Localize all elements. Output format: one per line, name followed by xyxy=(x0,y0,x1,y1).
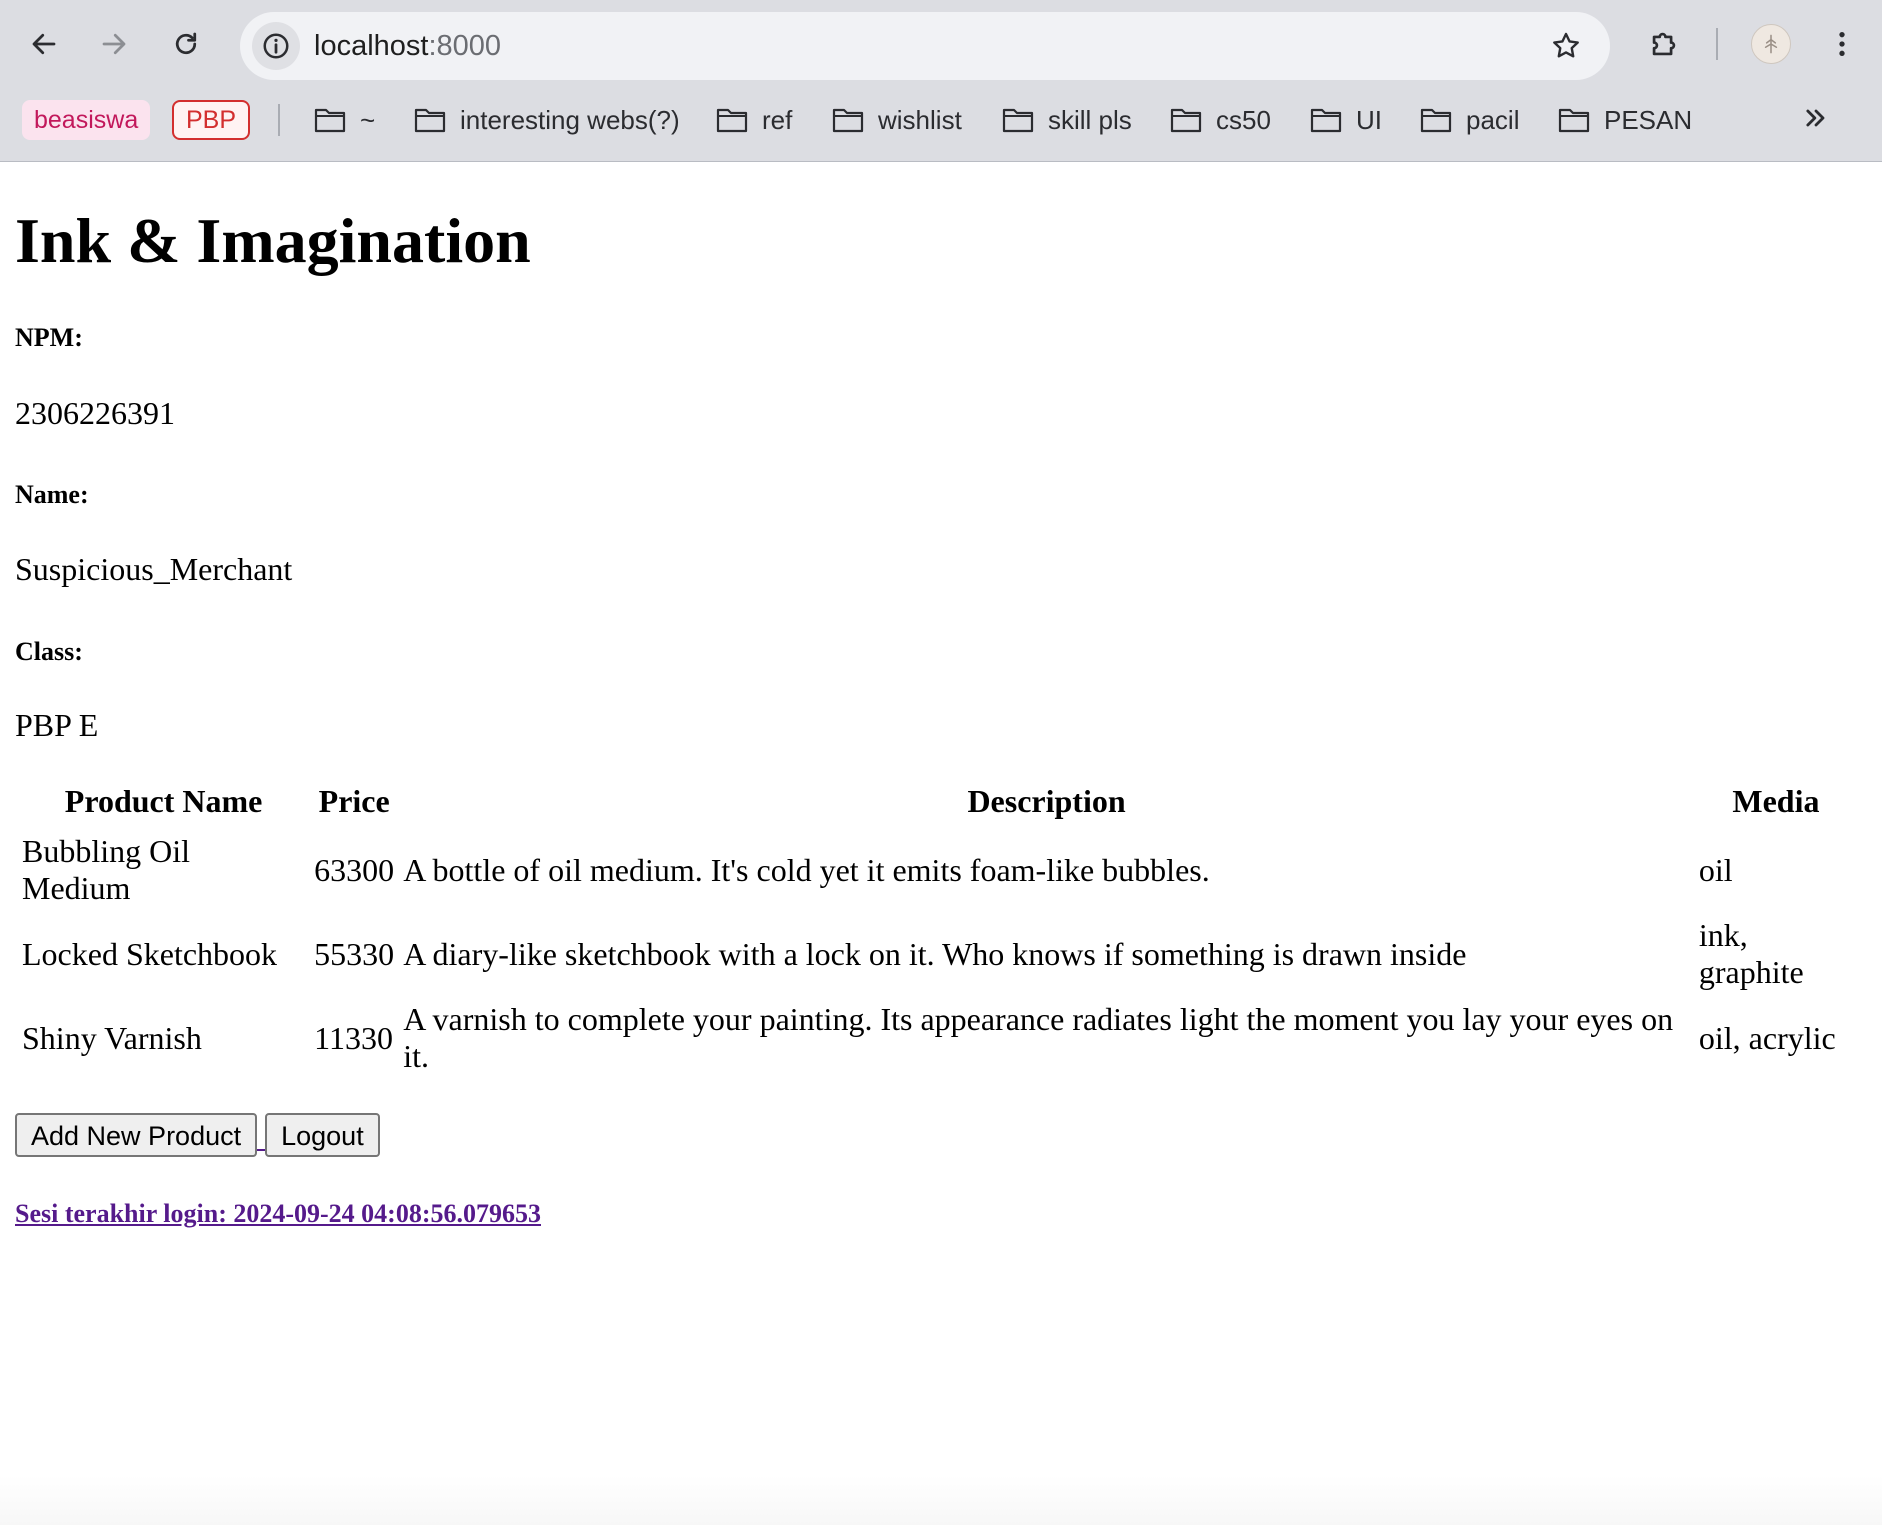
double-chevron-right-icon xyxy=(1806,109,1825,127)
bookmark-folder-pesan[interactable]: PESAN xyxy=(1558,100,1692,140)
folder-icon xyxy=(414,108,446,133)
bookmark-folder-label: ref xyxy=(762,104,793,135)
cell-product-name: Locked Sketchbook xyxy=(22,935,278,972)
url-host: localhost xyxy=(314,30,429,62)
folder-icon xyxy=(1310,108,1342,133)
bookmark-beasiswa[interactable]: beasiswa xyxy=(22,100,151,140)
bookmark-folder-label: UI xyxy=(1356,104,1382,135)
cell-description: A bottle of oil medium. It's cold yet it… xyxy=(403,851,1210,888)
extensions-button[interactable] xyxy=(1640,20,1688,68)
url-port: :8000 xyxy=(428,30,502,62)
bookmarks-bar: beasiswa PBP ~ interesting webs(?) ref w… xyxy=(0,96,1882,144)
class-label: Class: xyxy=(15,637,83,666)
table-row: Bubbling Oil Medium 63300 A bottle of oi… xyxy=(20,829,1855,911)
url-text[interactable]: localhost:8000 xyxy=(314,30,501,62)
profile-button[interactable] xyxy=(1747,20,1795,68)
cell-media: oil, acrylic xyxy=(1698,1019,1836,1056)
npm-value: 2306226391 xyxy=(15,395,175,431)
forward-button[interactable] xyxy=(90,20,138,68)
site-info-button[interactable] xyxy=(252,22,300,70)
folder-icon xyxy=(1170,108,1202,133)
puzzle-icon xyxy=(1652,32,1676,56)
name-value: Suspicious_Merchant xyxy=(15,551,293,587)
feather-icon xyxy=(1764,34,1778,54)
add-new-product-button[interactable]: Add New Product xyxy=(15,1113,258,1157)
bookmark-folder-wishlist[interactable]: wishlist xyxy=(832,100,962,140)
cell-price: 63300 xyxy=(314,851,395,888)
npm-label: NPM: xyxy=(15,323,83,352)
info-icon xyxy=(263,33,289,59)
header-product-name: Product Name xyxy=(64,782,263,819)
bookmark-folder-interesting-webs[interactable]: interesting webs(?) xyxy=(414,100,680,140)
header-price: Price xyxy=(318,782,390,819)
reload-button[interactable] xyxy=(162,20,210,68)
toolbar-separator xyxy=(1716,28,1718,60)
bookmark-folder-label: pacil xyxy=(1466,104,1520,135)
cell-description: A diary-like sketchbook with a lock on i… xyxy=(403,935,1467,972)
bookmark-folder-skill-pls[interactable]: skill pls xyxy=(1002,100,1132,140)
back-button[interactable] xyxy=(20,20,68,68)
bookmarks-separator xyxy=(278,104,280,136)
bookmark-folder-label: interesting webs(?) xyxy=(460,104,680,135)
bookmark-folder-ref[interactable]: ref xyxy=(716,100,792,140)
page-content: Ink & Imagination NPM: 2306226391 Name: … xyxy=(0,163,1882,1525)
folder-icon xyxy=(314,108,346,133)
logout-button[interactable]: Logout xyxy=(265,1113,380,1157)
arrow-left-icon xyxy=(32,33,56,55)
avatar xyxy=(1751,24,1791,64)
header-description: Description xyxy=(967,782,1126,819)
kebab-menu-icon xyxy=(1839,32,1845,56)
link-underline-gap xyxy=(257,1148,266,1151)
address-bar[interactable]: localhost:8000 xyxy=(240,12,1610,80)
folder-icon xyxy=(832,108,864,133)
browser-menu-button[interactable] xyxy=(1818,20,1866,68)
page-title: Ink & Imagination xyxy=(15,205,531,276)
last-login-link[interactable]: Sesi terakhir login: 2024-09-24 04:08:56… xyxy=(15,1199,541,1229)
reload-icon xyxy=(175,32,197,55)
bookmark-folder-label: skill pls xyxy=(1048,104,1132,135)
bookmark-folder-cs50[interactable]: cs50 xyxy=(1170,100,1271,140)
header-media: Media xyxy=(1732,782,1820,819)
bookmark-folder-label: wishlist xyxy=(878,104,962,135)
cell-price: 55330 xyxy=(314,935,395,972)
class-value: PBP E xyxy=(15,707,99,743)
name-label: Name: xyxy=(15,480,89,509)
table-row: Locked Sketchbook 55330 A diary-like ske… xyxy=(20,913,1855,995)
bookmark-folder-ui[interactable]: UI xyxy=(1310,100,1382,140)
bookmark-folder-pacil[interactable]: pacil xyxy=(1420,100,1519,140)
bottom-fade xyxy=(0,1475,1882,1525)
browser-chrome: localhost:8000 beasiswa PBP ~ interestin… xyxy=(0,0,1882,162)
action-buttons: Add New Product Logout xyxy=(15,1113,380,1157)
table-row: Shiny Varnish 11330 A varnish to complet… xyxy=(20,997,1855,1079)
cell-description: A varnish to complete your painting. Its… xyxy=(403,1001,1674,1074)
arrow-right-icon xyxy=(102,33,126,55)
folder-icon xyxy=(1558,108,1590,133)
folder-icon xyxy=(716,108,748,133)
folder-icon xyxy=(1002,108,1034,133)
bookmark-folder-home[interactable]: ~ xyxy=(314,100,375,140)
cell-product-name: Shiny Varnish xyxy=(22,1019,202,1056)
bookmarks-overflow-button[interactable] xyxy=(1802,104,1830,140)
table-header-row: Product Name Price Description Media xyxy=(20,775,1855,827)
bookmark-folder-label: PESAN xyxy=(1604,104,1693,135)
cell-product-name: Bubbling Oil Medium xyxy=(22,833,191,906)
bookmark-folder-label: ~ xyxy=(360,104,376,135)
bookmark-pbp[interactable]: PBP xyxy=(172,100,251,140)
folder-icon xyxy=(1420,108,1452,133)
cell-media: oil xyxy=(1698,851,1733,888)
bookmark-star-button[interactable] xyxy=(1546,26,1586,66)
star-icon xyxy=(1553,32,1579,58)
bookmark-folder-label: cs50 xyxy=(1216,104,1271,135)
cell-media: ink, graphite xyxy=(1698,917,1804,990)
cell-price: 11330 xyxy=(314,1019,393,1056)
product-table: Product Name Price Description Media Bub… xyxy=(15,773,1860,1081)
